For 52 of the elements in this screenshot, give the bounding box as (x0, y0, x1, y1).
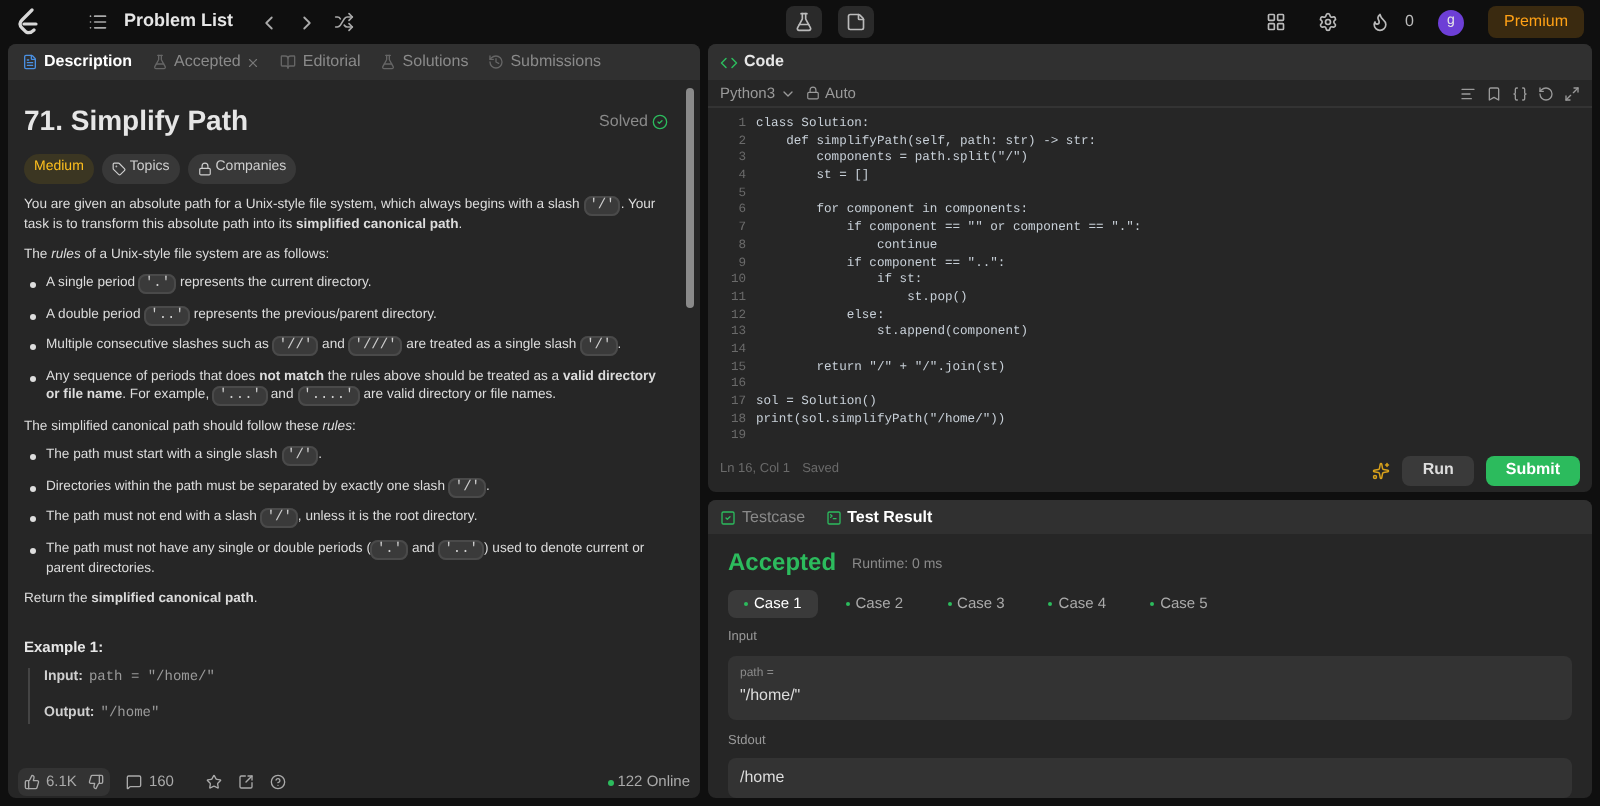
panel-tab[interactable]: Description (16, 50, 139, 74)
thumbs-up-icon (24, 774, 40, 790)
tab-icon (380, 54, 397, 70)
problem-title: 71. Simplify Path (24, 102, 249, 140)
input-value: "/home/" (740, 684, 803, 709)
panel-tab[interactable]: Accepted (146, 50, 267, 74)
tag-icon (111, 161, 126, 176)
tab-icon (22, 54, 38, 70)
thumbs-down-icon[interactable] (88, 774, 105, 790)
panel-tab[interactable]: Submissions (482, 50, 608, 74)
bookmark-icon[interactable] (1486, 85, 1502, 101)
coin-count: 0 (1405, 10, 1414, 34)
format-icon[interactable] (1460, 85, 1476, 101)
note-button[interactable] (837, 6, 874, 38)
tab-icon (152, 54, 169, 70)
note-icon (845, 12, 866, 32)
close-icon[interactable] (246, 55, 261, 69)
layout-icon[interactable] (1265, 12, 1286, 32)
comment-icon[interactable] (126, 774, 143, 790)
panel-tab[interactable]: Solutions (374, 50, 475, 74)
checkbox-icon (720, 509, 736, 525)
logo-icon[interactable] (16, 8, 40, 36)
share-icon[interactable] (237, 774, 254, 790)
flask-icon (793, 12, 814, 32)
lock-icon (805, 86, 820, 100)
settings-icon[interactable] (1317, 12, 1338, 32)
list-icon[interactable] (88, 12, 108, 32)
braces-icon[interactable] (1512, 85, 1528, 101)
tab-icon (280, 54, 297, 70)
verdict: Accepted (728, 546, 837, 580)
code-icon (720, 53, 738, 71)
stdout-value: /home (740, 765, 785, 789)
panel-tab[interactable]: Test Result (825, 505, 933, 529)
debug-button[interactable] (785, 6, 822, 38)
shuffle-icon[interactable] (333, 12, 354, 32)
check-icon (652, 113, 668, 129)
flame-icon[interactable] (1369, 12, 1390, 32)
solved-label: Solved (599, 109, 648, 133)
lock-icon (197, 161, 212, 176)
problem-list-link[interactable]: Problem List (124, 8, 234, 36)
sparkle-icon[interactable] (1372, 461, 1391, 479)
run-button[interactable]: Run (1402, 455, 1474, 485)
expand-icon[interactable] (1564, 85, 1580, 101)
tab-icon (488, 54, 505, 70)
reset-icon[interactable] (1538, 85, 1554, 101)
panel-title: Code (744, 50, 784, 74)
help-icon[interactable] (269, 774, 286, 790)
terminal-icon (825, 509, 842, 525)
panel-tab[interactable]: Testcase (720, 505, 806, 529)
panel-tab[interactable]: Editorial (274, 50, 367, 74)
star-icon[interactable] (205, 774, 222, 790)
premium-button[interactable]: Premium (1487, 6, 1584, 38)
